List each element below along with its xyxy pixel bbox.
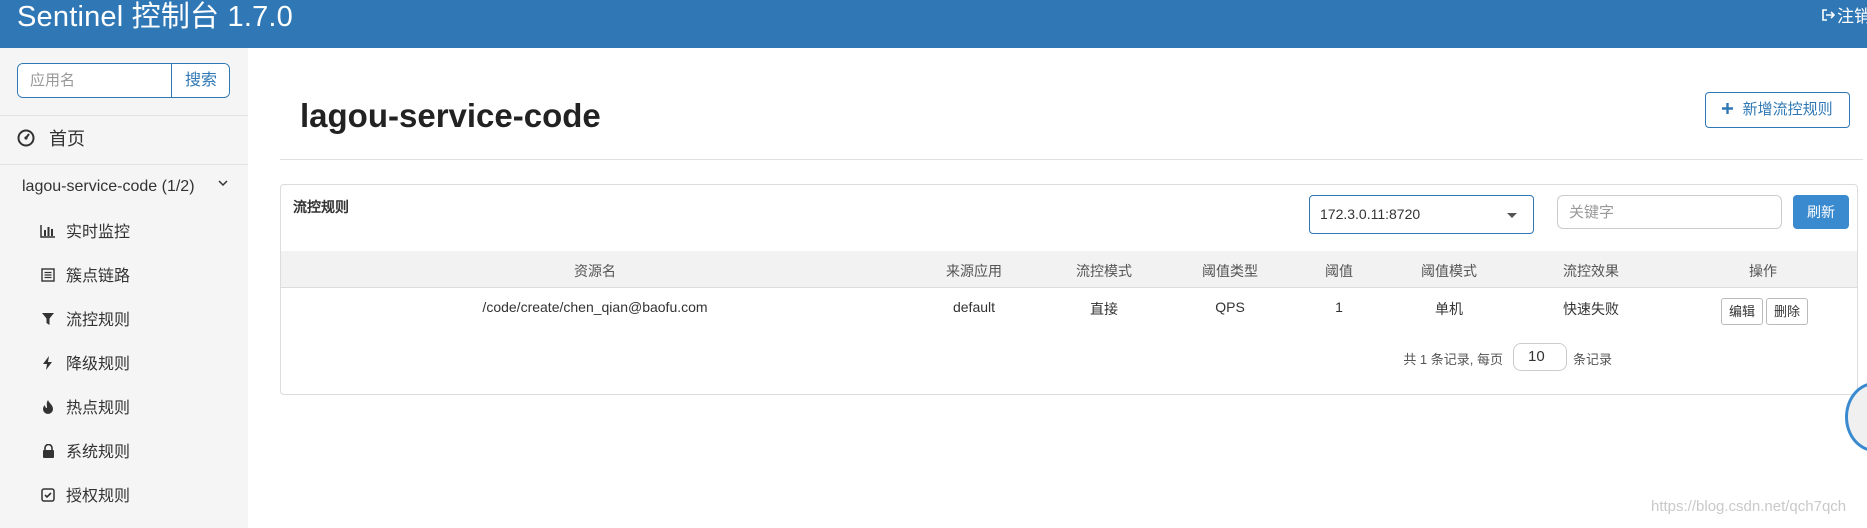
- app-search-input[interactable]: [18, 64, 171, 97]
- keyword-search-input[interactable]: [1557, 195, 1782, 229]
- main-content: lagou-service-code 新增流控规则 流控规则 172.3.0.1…: [248, 68, 1867, 528]
- sidebar-item-system-rules[interactable]: 系统规则: [0, 430, 248, 474]
- edit-rule-button[interactable]: 编辑: [1721, 298, 1763, 325]
- dashboard-icon: [17, 129, 35, 147]
- logout-link[interactable]: 注销: [1821, 7, 1867, 27]
- sidebar-item-cluster-point-link[interactable]: 簇点链路: [0, 254, 248, 298]
- sidebar-item-flow-rules[interactable]: 流控规则: [0, 298, 248, 342]
- pagination-summary: 共 1 条记录, 每页: [1403, 352, 1503, 367]
- sidebar-item-home[interactable]: 首页: [0, 116, 248, 164]
- add-flow-rule-label: 新增流控规则: [1742, 101, 1833, 118]
- sidebar: 搜索 首页 lagou-service-code (1/2) 实时监控 簇点链路…: [0, 48, 248, 528]
- app-search-group: 搜索: [17, 63, 230, 98]
- column-header-actions: 操作: [1749, 263, 1777, 279]
- sidebar-item-label: 簇点链路: [66, 268, 131, 285]
- sidebar-item-label: 首页: [49, 129, 85, 149]
- sidebar-item-label: 流控规则: [66, 312, 131, 329]
- cell-grade: QPS: [1215, 299, 1245, 315]
- table-header: 资源名 来源应用 流控模式 阈值类型 阈值 阈值模式 流控效果 操作: [281, 251, 1857, 288]
- cell-mode: 直接: [1090, 301, 1118, 317]
- panel-title: 流控规则: [293, 199, 349, 215]
- flow-rules-panel: 流控规则 172.3.0.11:8720 刷新 资源名 来源应用 流控模式 阈值…: [280, 184, 1858, 395]
- cell-cluster-mode: 单机: [1435, 301, 1463, 317]
- add-flow-rule-button[interactable]: 新增流控规则: [1705, 92, 1850, 128]
- sidebar-item-degrade-rules[interactable]: 降级规则: [0, 342, 248, 386]
- sidebar-item-realtime-monitor[interactable]: 实时监控: [0, 210, 248, 254]
- plus-icon: [1722, 101, 1737, 118]
- pagination-suffix: 条记录: [1573, 352, 1613, 367]
- column-header-grade: 阈值类型: [1202, 263, 1258, 279]
- column-header-effect: 流控效果: [1563, 263, 1619, 279]
- column-header-mode: 流控模式: [1076, 263, 1132, 279]
- sidebar-item-label: 热点规则: [66, 400, 131, 417]
- watermark: https://blog.csdn.net/qch7qch: [1651, 498, 1847, 515]
- app-search-button[interactable]: 搜索: [171, 64, 229, 97]
- fire-icon: [40, 399, 56, 415]
- lock-icon: [40, 443, 56, 459]
- column-header-origin: 来源应用: [946, 263, 1002, 279]
- cell-effect: 快速失败: [1563, 301, 1619, 317]
- sidebar-app-lagou-service-code[interactable]: lagou-service-code (1/2): [0, 164, 248, 210]
- column-header-resource: 资源名: [574, 263, 616, 279]
- logout-label: 注销: [1837, 7, 1867, 26]
- list-icon: [40, 267, 56, 283]
- bar-chart-icon: [40, 223, 56, 239]
- machine-select[interactable]: 172.3.0.11:8720: [1309, 195, 1534, 234]
- sidebar-item-label: 系统规则: [66, 444, 131, 461]
- caret-down-icon: [1507, 213, 1517, 218]
- top-navbar: Sentinel 控制台 1.7.0 注销: [0, 0, 1867, 48]
- column-header-threshold: 阈值: [1325, 263, 1353, 279]
- refresh-button[interactable]: 刷新: [1793, 195, 1849, 229]
- sidebar-item-hotspot-rules[interactable]: 热点规则: [0, 386, 248, 430]
- cell-origin: default: [952, 299, 996, 315]
- sidebar-item-label: 授权规则: [66, 488, 131, 505]
- logout-icon: [1821, 7, 1836, 27]
- sidebar-item-authority-rules[interactable]: 授权规则: [0, 474, 248, 518]
- page-title: lagou-service-code: [300, 97, 601, 134]
- cell-resource: /code/create/chen_qian@baofu.com: [482, 299, 708, 315]
- machine-select-value: 172.3.0.11:8720: [1320, 206, 1421, 222]
- chevron-down-icon: [218, 176, 228, 191]
- title-divider: [280, 159, 1863, 160]
- column-header-cluster-mode: 阈值模式: [1421, 263, 1477, 279]
- sidebar-item-label: 降级规则: [66, 356, 131, 373]
- page-size-input[interactable]: 10: [1513, 343, 1567, 371]
- flash-icon: [40, 355, 56, 371]
- cell-threshold: 1: [1335, 299, 1343, 315]
- filter-icon: [40, 311, 56, 327]
- delete-rule-button[interactable]: 删除: [1766, 298, 1808, 325]
- check-square-icon: [40, 487, 56, 503]
- sidebar-item-label: 实时监控: [66, 224, 131, 241]
- app-title[interactable]: Sentinel 控制台 1.7.0: [17, 0, 293, 34]
- app-name-label: lagou-service-code (1/2): [22, 178, 195, 195]
